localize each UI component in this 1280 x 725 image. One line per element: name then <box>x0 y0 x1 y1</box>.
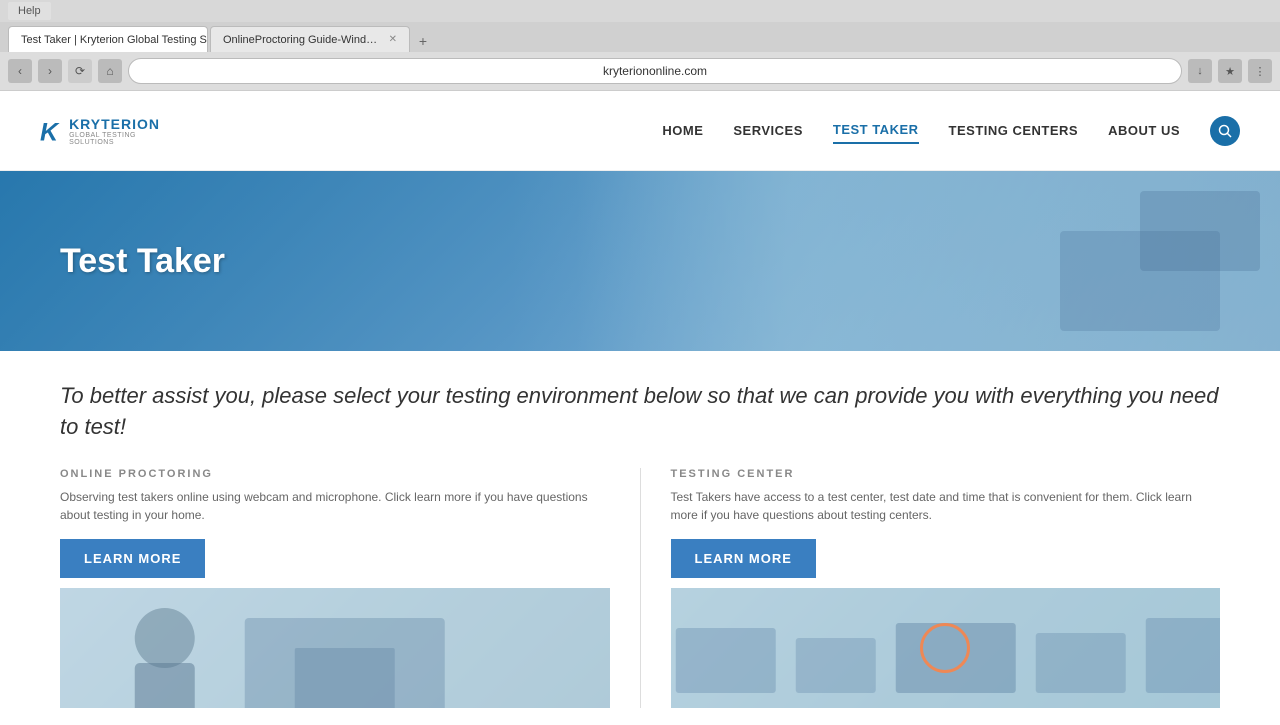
tab-pdf[interactable]: OnlineProctoring Guide-WindowsOperatingS… <box>210 26 410 52</box>
home-button[interactable]: ⌂ <box>98 59 122 83</box>
main-content: To better assist you, please select your… <box>0 351 1280 725</box>
reload-button[interactable]: ⟳ <box>68 59 92 83</box>
cursor-indicator <box>920 623 970 673</box>
menu-button[interactable]: ⋮ <box>1248 59 1272 83</box>
tab-test-taker[interactable]: Test Taker | Kryterion Global Testing So… <box>8 26 208 52</box>
address-bar[interactable]: kryteriononline.com <box>128 58 1182 84</box>
online-proctoring-label: ONLINE PROCTORING <box>60 468 610 480</box>
logo-area[interactable]: K KRYTERION GLOBAL TESTING SOLUTIONS <box>40 106 160 156</box>
testing-center-desc: Test Takers have access to a test center… <box>671 488 1221 524</box>
testing-center-label: TESTING CENTER <box>671 468 1221 480</box>
testing-center-col: TESTING CENTER Test Takers have access t… <box>671 468 1221 708</box>
nav-testing-centers[interactable]: TESTING CENTERS <box>949 118 1079 143</box>
nav-test-taker[interactable]: TEST TAKER <box>833 117 919 144</box>
forward-button[interactable]: › <box>38 59 62 83</box>
online-proctoring-col: ONLINE PROCTORING Observing test takers … <box>60 468 610 708</box>
new-tab-button[interactable]: + <box>412 30 434 52</box>
site-nav: HOME SERVICES TEST TAKER TESTING CENTERS… <box>662 116 1240 146</box>
downloads-button[interactable]: ↓ <box>1188 59 1212 83</box>
bookmark-button[interactable]: ★ <box>1218 59 1242 83</box>
nav-about-us[interactable]: ABOUT US <box>1108 118 1180 143</box>
hero-title: Test Taker <box>60 242 225 281</box>
logo-icon: K <box>40 111 65 151</box>
site-wrapper: K KRYTERION GLOBAL TESTING SOLUTIONS HOM… <box>0 91 1280 725</box>
logo: K KRYTERION GLOBAL TESTING SOLUTIONS <box>40 106 160 156</box>
back-button[interactable]: ‹ <box>8 59 32 83</box>
online-proctoring-desc: Observing test takers online using webca… <box>60 488 610 524</box>
browser-chrome: Help Test Taker | Kryterion Global Testi… <box>0 0 1280 91</box>
tab-close-icon-2[interactable]: ✕ <box>389 34 397 45</box>
hero-banner: Test Taker <box>0 171 1280 351</box>
svg-text:K: K <box>40 118 60 146</box>
col-divider <box>640 468 641 708</box>
search-icon[interactable] <box>1210 116 1240 146</box>
browser-tabs: Test Taker | Kryterion Global Testing So… <box>0 22 1280 52</box>
site-header: K KRYTERION GLOBAL TESTING SOLUTIONS HOM… <box>0 91 1280 171</box>
logo-subtitle: GLOBAL TESTING SOLUTIONS <box>69 132 160 146</box>
online-proctoring-image <box>60 588 610 708</box>
nav-home[interactable]: HOME <box>662 118 703 143</box>
testing-center-image <box>671 588 1221 708</box>
logo-name: KRYTERION <box>69 116 160 132</box>
nav-services[interactable]: SERVICES <box>733 118 803 143</box>
search-svg <box>1218 124 1232 138</box>
intro-text: To better assist you, please select your… <box>60 381 1220 443</box>
left-col-svg <box>60 588 610 708</box>
two-col-section: ONLINE PROCTORING Observing test takers … <box>60 468 1220 708</box>
learn-more-button-left[interactable]: LEARN MORE <box>60 539 205 578</box>
browser-toolbar: ‹ › ⟳ ⌂ kryteriononline.com ↓ ★ ⋮ <box>0 52 1280 90</box>
learn-more-button-right[interactable]: LEARN MORE <box>671 539 816 578</box>
help-tab[interactable]: Help <box>8 2 51 20</box>
